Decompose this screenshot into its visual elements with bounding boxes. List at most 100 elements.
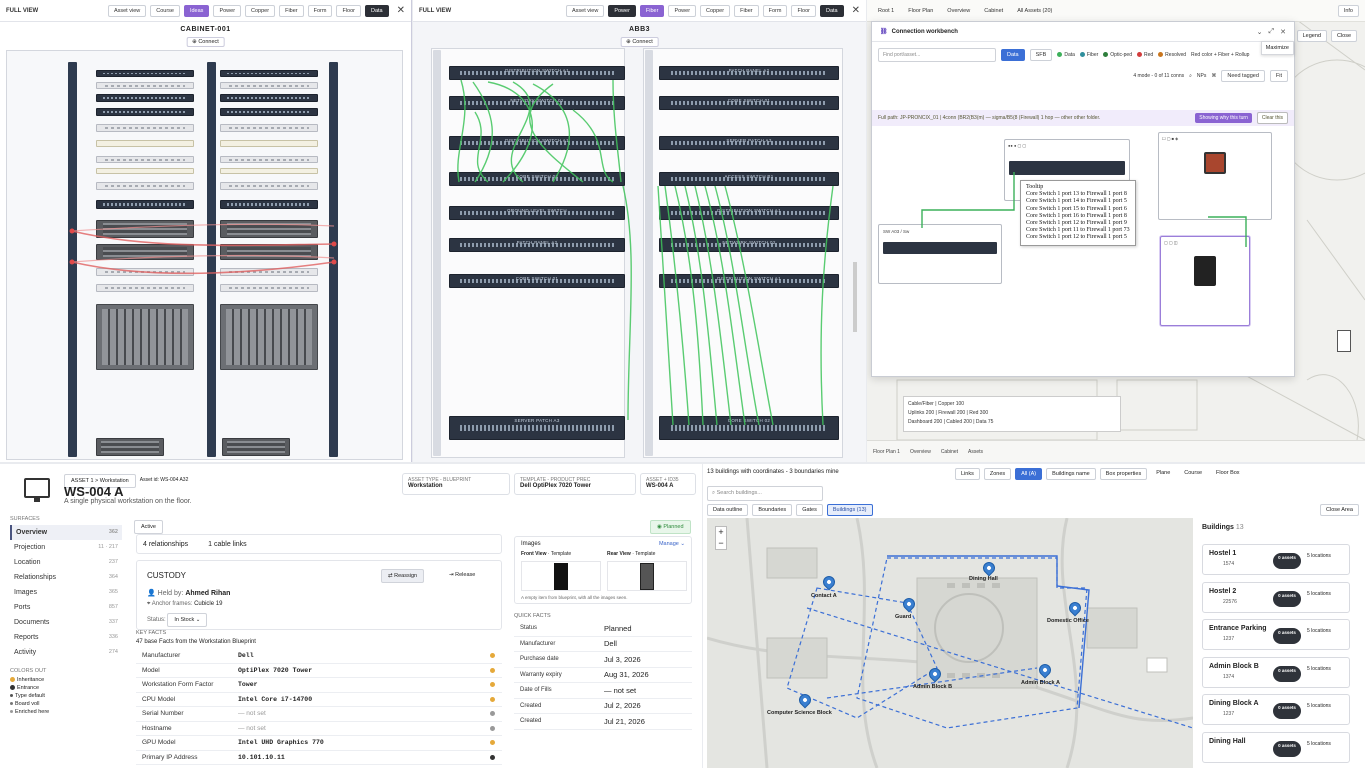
fact-source-dot [490, 739, 502, 746]
tab-root[interactable]: Root 1 [873, 6, 899, 16]
plane-button[interactable]: Plane [1151, 468, 1176, 480]
pin-label-guard: Guard [895, 614, 912, 620]
fact-key: Workstation Form Factor [142, 681, 214, 689]
building-card[interactable]: Hostel 2 22576 0 assets 5 locations [1202, 581, 1350, 613]
status-cabinet[interactable]: Cabinet [941, 449, 958, 455]
zoom-in-button[interactable]: + [716, 527, 726, 538]
held-by-value: Ahmed Rihan [185, 590, 231, 597]
sidebar-item-overview[interactable]: Overview 362 [10, 525, 122, 540]
tab-cabinet[interactable]: Cabinet [979, 6, 1008, 16]
building-sub: 1374 [1223, 673, 1235, 680]
map-drawing [707, 518, 1193, 768]
anchor-label: Anchor frames: [151, 601, 193, 607]
info-button[interactable]: Info [1337, 4, 1359, 17]
sidebar-item-images[interactable]: Images 365 [10, 585, 122, 600]
status-floor-plan[interactable]: Floor Plan 1 [873, 449, 900, 455]
close-tab[interactable]: Close [1330, 30, 1357, 42]
asset-type-field[interactable]: ASSET TYPE - BLUEPRINT Workstation [402, 473, 510, 495]
legend-tab[interactable]: Legend [1296, 30, 1327, 42]
status-overview[interactable]: Overview [910, 449, 931, 455]
zoom-out-button[interactable]: − [716, 538, 726, 549]
template-field[interactable]: TEMPLATE - PRODUCT PREC Dell OptiPlex 70… [514, 473, 636, 495]
building-card[interactable]: Dining Hall 0 assets 5 locations [1202, 731, 1350, 763]
quick-fact-key: Warranty expiry [520, 671, 562, 678]
tab-overview[interactable]: Overview [942, 6, 975, 16]
relationships-count[interactable]: 4 relationships [143, 541, 188, 548]
building-card[interactable]: Dining Block A 1237 0 assets 5 locations [1202, 694, 1350, 725]
building-sub: 1237 [1223, 711, 1235, 717]
building-card[interactable]: Hostel 1 1574 0 assets 5 locations [1202, 544, 1350, 575]
floor-box-button[interactable]: Floor Box [1211, 468, 1245, 480]
color-label: Type default [15, 693, 45, 699]
fact-row[interactable]: Serial Number — not set [136, 707, 502, 722]
front-view-title: Front View [521, 551, 547, 557]
front-image[interactable] [521, 561, 601, 591]
release-button[interactable]: ⇥ Release [443, 569, 482, 581]
pin-label-dining-hall: Dining Hall [969, 576, 998, 582]
planned-label: Planned [663, 524, 684, 530]
filter-buildings[interactable]: Buildings (13) [826, 504, 873, 516]
reassign-button[interactable]: ⇄ Reassign [381, 569, 425, 583]
fact-row[interactable]: Primary IP Address 10.101.10.11 [136, 751, 502, 765]
status-assets[interactable]: Assets [968, 449, 983, 455]
side-handle[interactable] [1337, 330, 1351, 352]
assets-pill[interactable]: 0 assets [1273, 553, 1301, 569]
status-chip[interactable]: Active [134, 520, 163, 534]
fact-row[interactable]: GPU Model Intel UHD Graphics 770 [136, 736, 502, 751]
links-button[interactable]: Links [955, 468, 980, 480]
fact-source-dot [490, 652, 502, 659]
cable-links-count[interactable]: 1 cable links [208, 541, 247, 548]
assets-pill[interactable]: 0 assets [1273, 590, 1301, 607]
all-button[interactable]: All (A) [1015, 468, 1043, 480]
assets-pill[interactable]: 0 assets [1273, 740, 1301, 757]
sidebar-item-reports[interactable]: Reports 336 [10, 630, 122, 645]
fact-row[interactable]: Workstation Form Factor Tower [136, 678, 502, 693]
front-template-tag: Template [550, 551, 572, 557]
zoom-controls: + − [715, 526, 727, 550]
fact-row[interactable]: CPU Model Intel Core i7-14700 [136, 693, 502, 707]
tab-all-assets[interactable]: All Assets (20) [1012, 6, 1057, 16]
fact-source-dot [490, 681, 502, 688]
tab-floor-plan[interactable]: Floor Plan [903, 6, 938, 16]
map-panel: 13 buildings with coordinates - 3 bounda… [703, 464, 1365, 768]
sidebar-item-activity[interactable]: Activity 274 [10, 645, 122, 660]
buildings-header: Buildings 13 [1202, 524, 1244, 531]
box-properties-button[interactable]: Box properties [1099, 468, 1148, 480]
bottom-device-right[interactable] [222, 438, 290, 456]
sidebar-item-projection[interactable]: Projection 11 · 217 [10, 540, 122, 555]
status-select[interactable]: In Stock ⌄ [167, 613, 208, 627]
tooltip-line-7: Core Switch 1 port 12 to Firewall 1 port… [1026, 234, 1127, 241]
rear-image[interactable] [607, 561, 687, 591]
close-area-button[interactable]: Close Area [1320, 504, 1359, 516]
building-card[interactable]: Entrance Parking 1237 0 assets 5 locations [1202, 619, 1350, 650]
sidebar-item-location[interactable]: Location 237 [10, 555, 122, 570]
building-search-input[interactable]: ⌕ Search buildings... [707, 486, 823, 501]
manage-link[interactable]: Manage ⌄ [659, 541, 685, 547]
fact-key: Hostname [142, 724, 172, 732]
fact-row[interactable]: Hostname — not set [136, 722, 502, 736]
building-sub: 1574 [1223, 561, 1235, 567]
course-button[interactable]: Course [1179, 468, 1208, 480]
asset-id-field[interactable]: ASSET + ID35 WS-004 A [640, 473, 696, 495]
quick-facts-table: Status Planned Manufacturer Dell Purchase da… [514, 621, 692, 730]
sidebar-item-ports[interactable]: Ports 857 [10, 600, 122, 615]
building-card[interactable]: Admin Block B 1374 0 assets 5 locations [1202, 656, 1350, 688]
fact-row[interactable]: Manufacturer Dell [136, 649, 502, 664]
zones-button[interactable]: Zones [983, 468, 1012, 480]
bottom-device-left[interactable] [96, 438, 164, 456]
assets-pill[interactable]: 0 assets [1273, 628, 1301, 644]
filter-outline[interactable]: Data outline [707, 504, 749, 516]
assets-pill[interactable]: 0 assets [1273, 665, 1301, 682]
campus-map[interactable]: + − Dining Hall Contact A Guard Domestic… [707, 518, 1193, 768]
filter-boundaries[interactable]: Boundaries [752, 504, 793, 516]
assets-pill[interactable]: 0 assets [1273, 703, 1301, 719]
surfaces-label: SURFACES [10, 516, 40, 522]
sidebar-item-documents[interactable]: Documents 337 [10, 615, 122, 630]
fact-row[interactable]: Model OptiPlex 7020 Tower [136, 664, 502, 678]
buildings-name-button[interactable]: Buildings name [1046, 468, 1096, 480]
filter-gates[interactable]: Gates [796, 504, 823, 516]
sidebar-item-relationships[interactable]: Relationships 364 [10, 570, 122, 585]
fact-key: GPU Model [142, 739, 176, 747]
color-label: Inheritance [17, 677, 45, 683]
quick-fact-row: Status Planned [514, 621, 692, 637]
